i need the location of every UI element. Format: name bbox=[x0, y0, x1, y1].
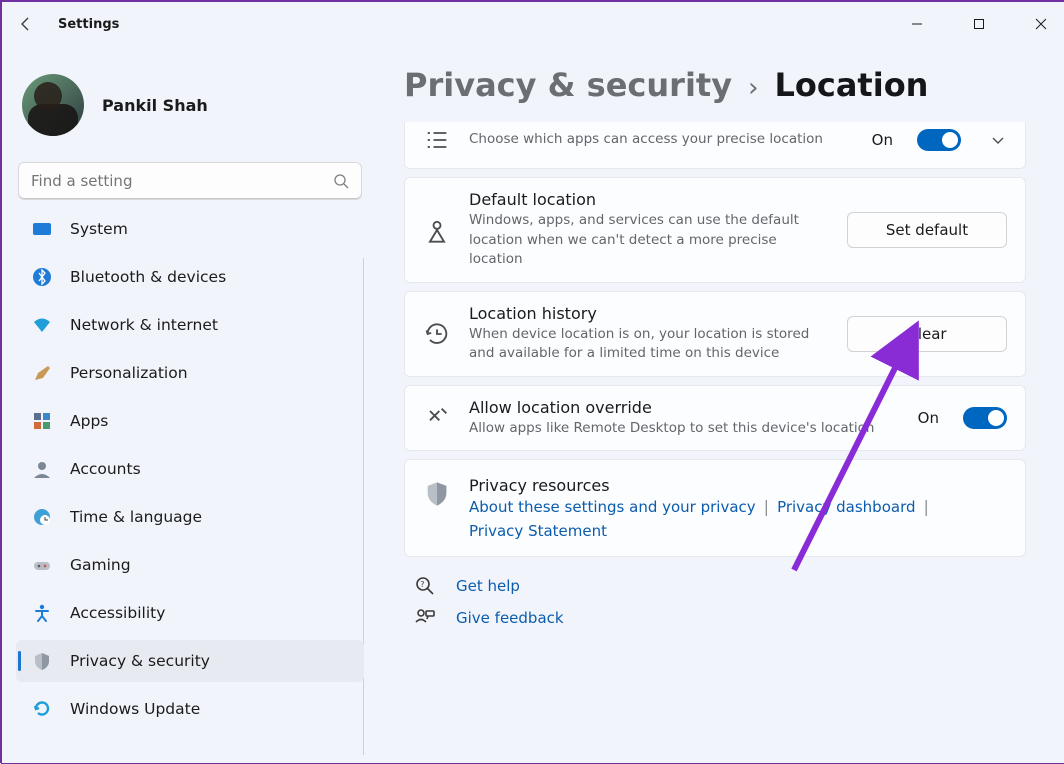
toggle-state-label: On bbox=[872, 131, 893, 149]
sidebar-item-label: Gaming bbox=[70, 556, 131, 574]
pin-person-icon bbox=[423, 216, 451, 244]
sidebar-item-label: Windows Update bbox=[70, 700, 200, 718]
update-icon bbox=[32, 699, 52, 719]
privacy-link-about[interactable]: About these settings and your privacy bbox=[469, 498, 756, 516]
card-location-history: Location history When device location is… bbox=[404, 291, 1026, 377]
chevron-down-icon[interactable] bbox=[989, 131, 1007, 149]
precise-location-toggle[interactable] bbox=[917, 129, 961, 151]
history-icon bbox=[423, 320, 451, 348]
card-location-override: Allow location override Allow apps like … bbox=[404, 385, 1026, 452]
card-default-location: Default location Windows, apps, and serv… bbox=[404, 177, 1026, 283]
maximize-button[interactable] bbox=[956, 4, 1002, 44]
sidebar-item-bluetooth[interactable]: Bluetooth & devices bbox=[16, 256, 364, 298]
sidebar-item-gaming[interactable]: Gaming bbox=[16, 544, 364, 586]
sidebar: Pankil Shah System Bluetooth & devices bbox=[2, 46, 374, 764]
sidebar-item-privacy[interactable]: Privacy & security bbox=[16, 640, 364, 682]
set-default-button[interactable]: Set default bbox=[847, 212, 1007, 248]
give-feedback-link[interactable]: Give feedback bbox=[456, 609, 564, 627]
card-title: Privacy resources bbox=[469, 476, 1007, 495]
sidebar-item-personalization[interactable]: Personalization bbox=[16, 352, 364, 394]
search-icon bbox=[333, 173, 349, 189]
card-precise-location[interactable]: Choose which apps can access your precis… bbox=[404, 122, 1026, 169]
search-input[interactable] bbox=[31, 172, 333, 190]
titlebar: Settings bbox=[2, 2, 1064, 46]
sidebar-item-label: System bbox=[70, 220, 128, 238]
sidebar-item-accounts[interactable]: Accounts bbox=[16, 448, 364, 490]
window-title: Settings bbox=[58, 17, 119, 32]
card-title: Location history bbox=[469, 304, 829, 323]
sidebar-item-label: Time & language bbox=[70, 508, 202, 526]
minimize-button[interactable] bbox=[894, 4, 940, 44]
card-title: Allow location override bbox=[469, 398, 900, 417]
sidebar-item-label: Privacy & security bbox=[70, 652, 210, 670]
wifi-icon bbox=[32, 315, 52, 335]
privacy-link-statement[interactable]: Privacy Statement bbox=[469, 522, 607, 540]
breadcrumb-parent[interactable]: Privacy & security bbox=[404, 66, 732, 104]
close-button[interactable] bbox=[1018, 4, 1064, 44]
card-desc: Choose which apps can access your precis… bbox=[469, 130, 854, 150]
sidebar-item-network[interactable]: Network & internet bbox=[16, 304, 364, 346]
nav: System Bluetooth & devices Network & int… bbox=[16, 214, 364, 755]
sidebar-item-label: Network & internet bbox=[70, 316, 218, 334]
shield-icon bbox=[32, 651, 52, 671]
gamepad-icon bbox=[32, 555, 52, 575]
shield-icon bbox=[423, 480, 451, 508]
get-help-link[interactable]: Get help bbox=[456, 577, 520, 595]
breadcrumb-current: Location bbox=[774, 66, 928, 104]
system-icon bbox=[32, 219, 52, 239]
breadcrumb: Privacy & security › Location bbox=[404, 66, 1026, 104]
card-privacy-resources: Privacy resources About these settings a… bbox=[404, 459, 1026, 557]
give-feedback-row[interactable]: Give feedback bbox=[404, 607, 1026, 629]
sidebar-item-label: Apps bbox=[70, 412, 108, 430]
bluetooth-icon bbox=[32, 267, 52, 287]
override-icon bbox=[423, 404, 451, 432]
clock-globe-icon bbox=[32, 507, 52, 527]
chevron-right-icon: › bbox=[748, 73, 758, 103]
feedback-icon bbox=[414, 607, 436, 629]
sidebar-item-update[interactable]: Windows Update bbox=[16, 688, 364, 730]
sidebar-item-time[interactable]: Time & language bbox=[16, 496, 364, 538]
toggle-state-label: On bbox=[918, 409, 939, 427]
sidebar-item-label: Accessibility bbox=[70, 604, 165, 622]
search-box[interactable] bbox=[18, 162, 362, 200]
card-desc: Windows, apps, and services can use the … bbox=[469, 211, 829, 270]
sidebar-item-label: Personalization bbox=[70, 364, 188, 382]
privacy-link-dashboard[interactable]: Privacy dashboard bbox=[777, 498, 915, 516]
sidebar-item-accessibility[interactable]: Accessibility bbox=[16, 592, 364, 634]
back-button[interactable] bbox=[18, 16, 34, 32]
get-help-row[interactable]: ? Get help bbox=[404, 575, 1026, 597]
sidebar-item-system[interactable]: System bbox=[16, 214, 364, 250]
card-desc: Allow apps like Remote Desktop to set th… bbox=[469, 419, 900, 439]
profile-name: Pankil Shah bbox=[102, 96, 208, 115]
sidebar-item-apps[interactable]: Apps bbox=[16, 400, 364, 442]
svg-text:?: ? bbox=[420, 580, 424, 589]
sidebar-item-label: Bluetooth & devices bbox=[70, 268, 226, 286]
brush-icon bbox=[32, 363, 52, 383]
card-title: Default location bbox=[469, 190, 829, 209]
person-icon bbox=[32, 459, 52, 479]
card-desc: When device location is on, your locatio… bbox=[469, 325, 829, 364]
main-content: Privacy & security › Location Choose whi… bbox=[374, 46, 1064, 764]
override-toggle[interactable] bbox=[963, 407, 1007, 429]
avatar bbox=[22, 74, 84, 136]
apps-icon bbox=[32, 411, 52, 431]
sidebar-item-label: Accounts bbox=[70, 460, 141, 478]
help-icon: ? bbox=[414, 575, 436, 597]
profile-block[interactable]: Pankil Shah bbox=[22, 74, 364, 136]
accessibility-icon bbox=[32, 603, 52, 623]
list-icon bbox=[423, 126, 451, 154]
clear-history-button[interactable]: Clear bbox=[847, 316, 1007, 352]
